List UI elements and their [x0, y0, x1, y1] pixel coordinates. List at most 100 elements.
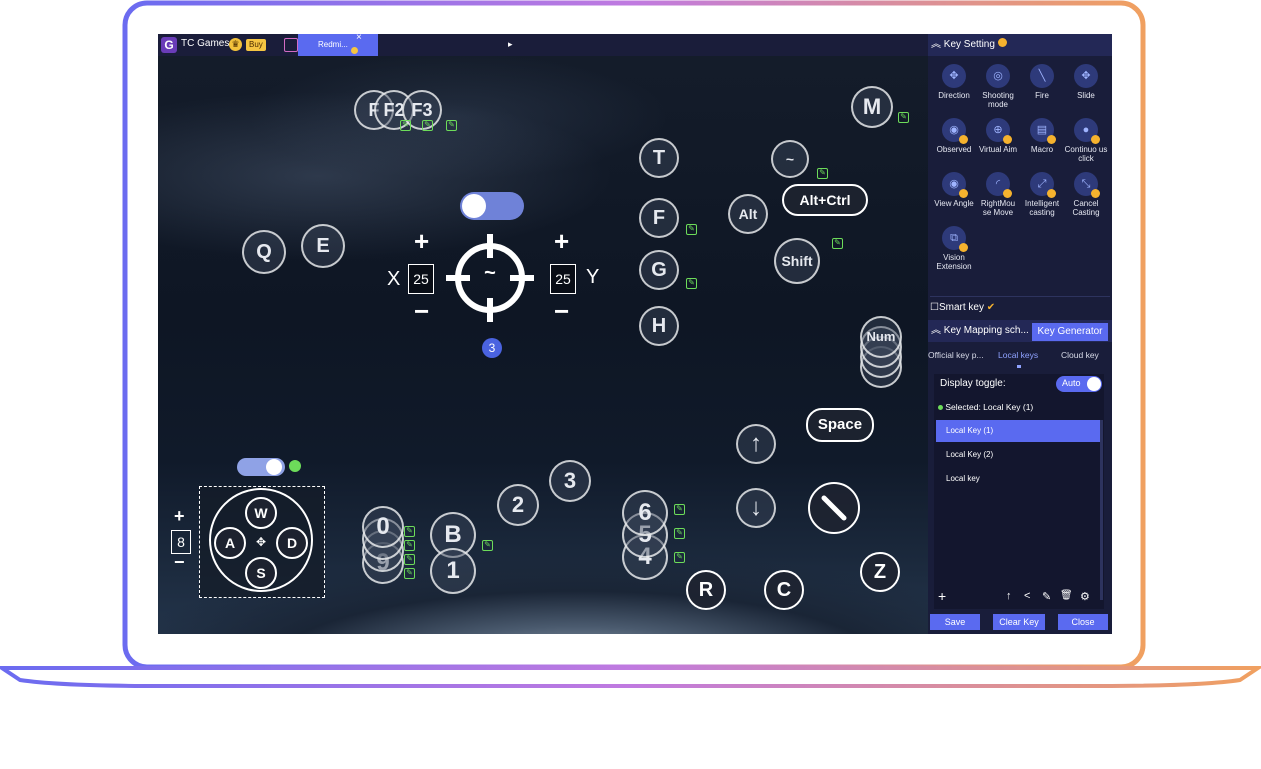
key-0[interactable]: 0: [362, 506, 404, 548]
device-tab[interactable]: Redmi... × ▸: [298, 34, 513, 56]
edit-icon[interactable]: ✎: [422, 120, 433, 131]
key-3[interactable]: 3: [549, 460, 591, 502]
upload-icon[interactable]: ↑: [1006, 590, 1012, 602]
x-value-field[interactable]: 25: [408, 264, 434, 294]
list-item[interactable]: Local key: [936, 468, 1102, 490]
list-item[interactable]: Local Key (2): [936, 444, 1102, 466]
vip-icon: ✔: [986, 302, 996, 313]
edit-icon[interactable]: ✎: [400, 120, 411, 131]
edit-icon[interactable]: ✎: [686, 278, 697, 289]
key-alt[interactable]: Alt: [728, 194, 768, 234]
key-t[interactable]: T: [639, 138, 679, 178]
edit-icon[interactable]: ✎: [404, 554, 415, 565]
key-down-arrow[interactable]: ↓: [736, 488, 776, 528]
size-value-field[interactable]: 8: [171, 530, 191, 554]
gift-icon[interactable]: [284, 38, 298, 52]
tab-official-keys[interactable]: Official key p...: [928, 350, 984, 360]
close-button[interactable]: Close: [1058, 614, 1108, 630]
settings-icon[interactable]: ⚙: [1080, 590, 1090, 603]
save-button[interactable]: Save: [930, 614, 980, 630]
collapse-icon[interactable]: ︽: [931, 325, 941, 336]
aim-toggle[interactable]: [460, 192, 524, 220]
key-z[interactable]: Z: [860, 552, 900, 592]
key-type-item[interactable]: ✥ Slide: [1064, 64, 1108, 100]
key-space[interactable]: Space: [806, 408, 874, 442]
x-minus-button[interactable]: −: [414, 296, 429, 327]
key-m[interactable]: M: [851, 86, 893, 128]
chevron-right-icon[interactable]: ▸: [508, 39, 513, 50]
key-r[interactable]: R: [686, 570, 726, 610]
key-num[interactable]: Num: [860, 316, 902, 358]
buy-button[interactable]: Buy: [246, 39, 266, 51]
key-6[interactable]: 6: [622, 490, 668, 536]
key-alt-ctrl[interactable]: Alt+Ctrl: [782, 184, 868, 216]
key-a[interactable]: A: [214, 527, 246, 559]
key-type-item[interactable]: ◉ View Angle: [932, 172, 976, 208]
key-h[interactable]: H: [639, 306, 679, 346]
close-icon[interactable]: ×: [356, 34, 362, 43]
smart-key-row[interactable]: ☐Smart key ✔: [930, 296, 1110, 319]
edit-icon[interactable]: ✎: [898, 112, 909, 123]
edit-icon[interactable]: ✎: [404, 540, 415, 551]
x-plus-button[interactable]: +: [414, 226, 429, 257]
edit-icon[interactable]: ✎: [674, 552, 685, 563]
edit-icon[interactable]: ✎: [674, 528, 685, 539]
delete-icon[interactable]: 🗑: [1060, 590, 1073, 601]
display-toggle-switch[interactable]: Auto: [1056, 376, 1102, 392]
key-type-item[interactable]: ⤢ Intelligent casting: [1020, 172, 1064, 217]
key-type-item[interactable]: ⤡ Cancel Casting: [1064, 172, 1108, 217]
collapse-icon[interactable]: ︽: [931, 39, 941, 50]
edit-icon[interactable]: ✎: [674, 504, 685, 515]
key-up-arrow[interactable]: ↑: [736, 424, 776, 464]
key-d[interactable]: D: [276, 527, 308, 559]
key-g[interactable]: G: [639, 250, 679, 290]
key-setting-header[interactable]: ︽ Key Setting: [928, 34, 1112, 56]
share-icon[interactable]: <: [1024, 590, 1030, 602]
key-f[interactable]: F: [639, 198, 679, 238]
edit-icon[interactable]: ✎: [1042, 590, 1051, 603]
smart-key-checkbox[interactable]: ☐: [930, 302, 939, 313]
edit-icon[interactable]: ✎: [482, 540, 493, 551]
key-type-item[interactable]: ⊕ Virtual Aim: [976, 118, 1020, 154]
tab-local-keys[interactable]: Local keys: [998, 350, 1038, 360]
tab-cloud-key[interactable]: Cloud key: [1061, 350, 1099, 360]
key-type-item[interactable]: ◎ Shooting mode: [976, 64, 1020, 109]
size-plus-button[interactable]: +: [174, 506, 185, 527]
vip-icon[interactable]: ♛: [229, 38, 242, 51]
key-type-item[interactable]: ✥ Direction: [932, 64, 976, 100]
wasd-toggle[interactable]: [237, 458, 285, 476]
size-minus-button[interactable]: −: [174, 552, 185, 573]
edit-icon[interactable]: ✎: [832, 238, 843, 249]
key-2[interactable]: 2: [497, 484, 539, 526]
fire-button[interactable]: [808, 482, 860, 534]
key-e[interactable]: E: [301, 224, 345, 268]
edit-icon[interactable]: ✎: [817, 168, 828, 179]
y-minus-button[interactable]: −: [554, 296, 569, 327]
key-tilde[interactable]: ~: [771, 140, 809, 178]
key-type-item[interactable]: ▤ Macro: [1020, 118, 1064, 154]
edit-icon[interactable]: ✎: [446, 120, 457, 131]
key-type-item[interactable]: ╲ Fire: [1020, 64, 1064, 100]
key-type-item[interactable]: ◜ RightMou se Move: [976, 172, 1020, 217]
edit-icon[interactable]: ✎: [686, 224, 697, 235]
scrollbar[interactable]: [1100, 420, 1103, 600]
key-1[interactable]: 1: [430, 548, 476, 594]
key-c[interactable]: C: [764, 570, 804, 610]
key-q[interactable]: Q: [242, 230, 286, 274]
clear-key-button[interactable]: Clear Key: [993, 614, 1045, 630]
y-plus-button[interactable]: +: [554, 226, 569, 257]
key-type-item[interactable]: ⧉ Vision Extension: [932, 226, 976, 271]
key-shift[interactable]: Shift: [774, 238, 820, 284]
add-icon[interactable]: +: [938, 588, 946, 604]
list-item[interactable]: Local Key (1): [936, 420, 1102, 442]
key-generator-button[interactable]: Key Generator: [1032, 323, 1108, 341]
key-type-item[interactable]: ● Continuo us click: [1064, 118, 1108, 163]
settings-gear-icon[interactable]: [289, 460, 301, 472]
y-value-field[interactable]: 25: [550, 264, 576, 294]
key-type-item[interactable]: ◉ Observed: [932, 118, 976, 154]
key-s[interactable]: S: [245, 557, 277, 589]
edit-icon[interactable]: ✎: [404, 568, 415, 579]
edit-icon[interactable]: ✎: [404, 526, 415, 537]
wasd-joystick[interactable]: W A D S ✥: [199, 486, 325, 598]
key-w[interactable]: W: [245, 497, 277, 529]
